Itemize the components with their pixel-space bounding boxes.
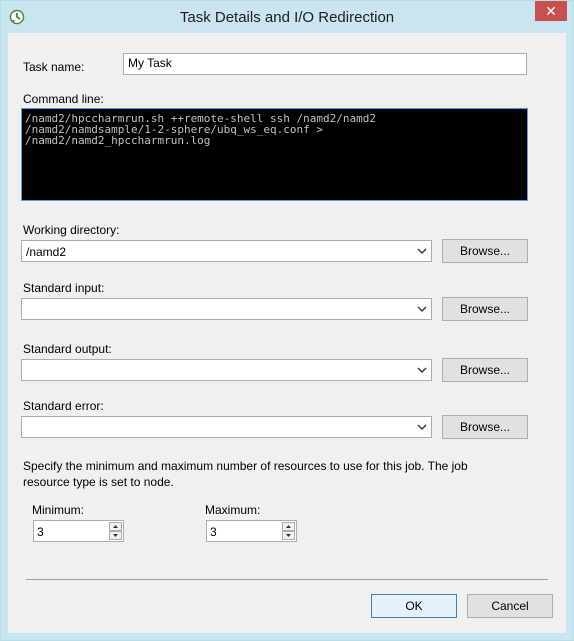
command-line-label: Command line: bbox=[23, 92, 104, 106]
dialog-title: Task Details and I/O Redirection bbox=[179, 9, 395, 26]
standard-input-combo[interactable] bbox=[21, 298, 432, 320]
chevron-down-icon[interactable] bbox=[416, 302, 428, 316]
spinner-up-icon[interactable] bbox=[282, 522, 295, 531]
close-button[interactable]: ✕ bbox=[535, 1, 567, 21]
dialog-body: Task name: My Task Command line: /namd2/… bbox=[8, 33, 566, 633]
resources-description: Specify the minimum and maximum number o… bbox=[23, 459, 468, 489]
command-line-input[interactable]: /namd2/hpccharmrun.sh ++remote-shell ssh… bbox=[21, 108, 528, 201]
spinner-down-icon[interactable] bbox=[282, 531, 295, 540]
standard-output-label: Standard output: bbox=[23, 342, 112, 356]
chevron-down-icon[interactable] bbox=[416, 363, 428, 377]
working-directory-value: /namd2 bbox=[26, 245, 67, 259]
title-bar: Task Details and I/O Redirection ✕ bbox=[1, 1, 573, 33]
standard-output-combo[interactable] bbox=[21, 359, 432, 381]
task-details-dialog: Task Details and I/O Redirection ✕ Task … bbox=[0, 0, 574, 641]
working-directory-browse-button[interactable]: Browse... bbox=[442, 239, 528, 263]
standard-error-combo[interactable] bbox=[21, 416, 432, 438]
minimum-spinner[interactable]: 3 bbox=[33, 520, 124, 542]
chevron-down-icon[interactable] bbox=[416, 420, 428, 434]
spinner-up-icon[interactable] bbox=[109, 522, 122, 531]
maximum-spinner[interactable]: 3 bbox=[206, 520, 297, 542]
minimum-value: 3 bbox=[37, 525, 44, 539]
standard-error-browse-button[interactable]: Browse... bbox=[442, 415, 528, 439]
chevron-down-icon[interactable] bbox=[416, 244, 428, 258]
spinner-down-icon[interactable] bbox=[109, 531, 122, 540]
task-name-label: Task name: bbox=[23, 60, 85, 74]
standard-input-label: Standard input: bbox=[23, 281, 105, 295]
working-directory-label: Working directory: bbox=[23, 223, 120, 237]
standard-output-browse-button[interactable]: Browse... bbox=[442, 358, 528, 382]
standard-error-label: Standard error: bbox=[23, 399, 104, 413]
task-name-input[interactable]: My Task bbox=[123, 53, 527, 75]
standard-input-browse-button[interactable]: Browse... bbox=[442, 297, 528, 321]
cancel-button[interactable]: Cancel bbox=[467, 594, 553, 618]
working-directory-combo[interactable]: /namd2 bbox=[21, 240, 432, 262]
maximum-value: 3 bbox=[210, 525, 217, 539]
minimum-label: Minimum: bbox=[32, 503, 85, 517]
footer-divider bbox=[26, 579, 548, 580]
ok-button[interactable]: OK bbox=[371, 594, 457, 618]
maximum-label: Maximum: bbox=[205, 503, 261, 517]
